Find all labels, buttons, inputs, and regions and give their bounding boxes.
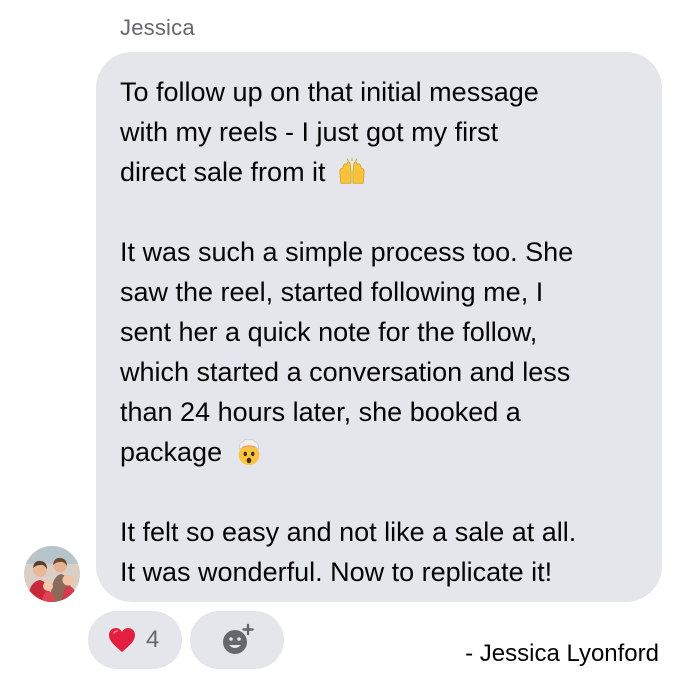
reaction-summary-pill[interactable]: 4 — [88, 611, 182, 669]
message-line: It was wonderful. Now to replicate it! — [120, 557, 553, 587]
message-line: which started a conversation and less — [120, 357, 571, 387]
message-paragraph: It felt so easy and not like a sale at a… — [120, 512, 638, 592]
message-line: It was such a simple process too. She — [120, 237, 574, 267]
message-line: with my reels - I just got my first — [120, 117, 499, 147]
avatar-photo — [24, 546, 80, 602]
add-reaction-button[interactable] — [190, 611, 284, 669]
message-line: package — [120, 437, 223, 467]
raising-hands-emoji — [339, 157, 365, 184]
message-line: saw the reel, started following me, I — [120, 277, 544, 307]
sender-name: Jessica — [120, 15, 195, 40]
message-paragraph: It was such a simple process too. She sa… — [120, 232, 638, 472]
message-bubble[interactable]: To follow up on that initial message wit… — [96, 52, 662, 602]
add-reaction-icon — [223, 623, 254, 654]
message-paragraph: To follow up on that initial message wit… — [120, 72, 638, 192]
message-line: direct sale from it — [120, 157, 326, 187]
message-line: than 24 hours later, she booked a — [120, 397, 521, 427]
attribution: - Jessica Lyonford — [465, 640, 659, 667]
reaction-count: 4 — [146, 626, 160, 653]
heart-icon — [109, 628, 135, 652]
message-line: It felt so easy and not like a sale at a… — [120, 517, 577, 547]
message-line: sent her a quick note for the follow, — [120, 317, 538, 347]
message-line: To follow up on that initial message — [120, 77, 539, 107]
avatar[interactable] — [24, 546, 80, 602]
exploding-head-emoji — [238, 438, 259, 466]
